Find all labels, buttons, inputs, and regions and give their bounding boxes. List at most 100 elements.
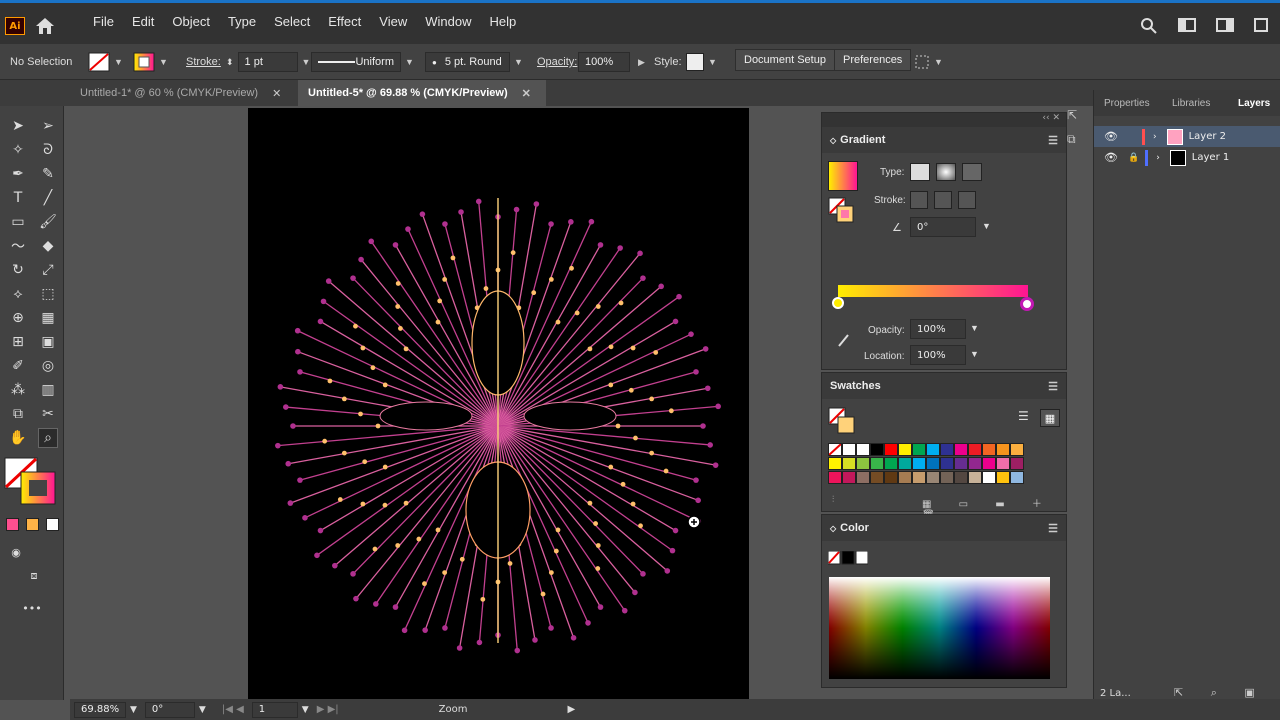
magic-wand-icon[interactable]: ✧ xyxy=(8,140,28,160)
gradient-stop-start[interactable] xyxy=(832,297,844,309)
type-tool-icon[interactable]: T xyxy=(8,188,28,208)
swatch[interactable] xyxy=(1010,457,1024,470)
zoom-level-field[interactable]: 69.88% xyxy=(74,701,126,718)
swatch[interactable] xyxy=(884,471,898,484)
radial-gradient-button[interactable] xyxy=(936,163,956,181)
menu-object[interactable]: Object xyxy=(163,14,219,29)
preferences-button[interactable]: Preferences xyxy=(834,49,912,71)
swatch[interactable] xyxy=(982,443,996,456)
swatch[interactable] xyxy=(828,457,842,470)
swatch[interactable] xyxy=(968,443,982,456)
zoom-tool-icon[interactable]: ⌕ xyxy=(38,428,58,448)
variable-width-profile[interactable]: Uniform ▼ xyxy=(311,52,414,72)
curvature-tool-icon[interactable]: ✎ xyxy=(38,164,58,184)
artboard-dropdown-icon[interactable]: ▼ xyxy=(302,705,309,715)
stroke-label[interactable]: Stroke: xyxy=(186,53,221,71)
more-tools-icon[interactable]: ••• xyxy=(22,598,42,618)
menu-effect[interactable]: Effect xyxy=(319,14,370,29)
panel-menu-icon[interactable]: ☰ xyxy=(1048,522,1058,535)
mesh-tool-icon[interactable]: ⊞ xyxy=(8,332,28,352)
panel-menu-icon[interactable]: ☰ xyxy=(1048,134,1058,147)
opacity-value[interactable]: 100% xyxy=(578,52,630,72)
line-tool-icon[interactable]: ╱ xyxy=(38,188,58,208)
shape-builder-icon[interactable]: ⊕ xyxy=(8,308,28,328)
stroke-across-button[interactable] xyxy=(958,191,976,209)
slice-tool-icon[interactable]: ✂ xyxy=(38,404,58,424)
zoom-dropdown-icon[interactable]: ▼ xyxy=(130,705,137,715)
artboard[interactable] xyxy=(248,108,749,699)
opacity-dropdown-icon[interactable]: ▼ xyxy=(970,323,979,333)
swatch[interactable] xyxy=(926,443,940,456)
width-tool-icon[interactable]: ⟡ xyxy=(8,284,28,304)
swatch[interactable] xyxy=(996,471,1010,484)
menu-edit[interactable]: Edit xyxy=(123,14,163,29)
workspace-icon[interactable] xyxy=(1216,17,1234,33)
shaper-tool-icon[interactable]: 〜 xyxy=(8,236,28,256)
document-setup-button[interactable]: Document Setup xyxy=(735,49,835,71)
brush-definition[interactable]: ● 5 pt. Round ▼ xyxy=(425,52,523,72)
column-graph-icon[interactable]: ▥ xyxy=(38,380,58,400)
perspective-grid-icon[interactable]: ▦ xyxy=(38,308,58,328)
artboard-number-field[interactable]: 1 xyxy=(251,701,298,718)
status-menu-icon[interactable]: ▶ xyxy=(567,704,575,715)
swatch[interactable] xyxy=(842,471,856,484)
direct-selection-tool-icon[interactable]: ➢ xyxy=(38,116,58,136)
menu-type[interactable]: Type xyxy=(219,14,265,29)
rotate-tool-icon[interactable]: ↻ xyxy=(8,260,28,280)
swatch[interactable] xyxy=(870,443,884,456)
menu-help[interactable]: Help xyxy=(480,14,525,29)
swatch[interactable] xyxy=(898,471,912,484)
expand-chevron-icon[interactable]: › xyxy=(1156,153,1160,163)
menu-view[interactable]: View xyxy=(370,14,416,29)
location-dropdown-icon[interactable]: ▼ xyxy=(970,349,979,359)
screen-mode-icon[interactable]: ⧈ xyxy=(24,566,44,586)
gradient-tool-icon[interactable]: ▣ xyxy=(38,332,58,352)
swatch[interactable] xyxy=(940,457,954,470)
none-mode-icon[interactable] xyxy=(46,518,59,531)
rotation-field[interactable]: 0° xyxy=(144,701,195,718)
tab-libraries[interactable]: Libraries xyxy=(1172,90,1210,116)
opacity-field[interactable]: 100% ▶ xyxy=(578,52,645,72)
swatch[interactable] xyxy=(1010,471,1024,484)
panel-menu-icon[interactable]: ☰ xyxy=(1048,380,1058,393)
swatch[interactable] xyxy=(1010,443,1024,456)
artboard-tool-icon[interactable]: ⧉ xyxy=(8,404,28,424)
swatch[interactable] xyxy=(996,443,1010,456)
list-view-icon[interactable]: ☰ xyxy=(1018,409,1036,427)
expand-chevron-icon[interactable]: › xyxy=(1153,132,1157,142)
opacity-label[interactable]: Opacity: xyxy=(537,53,577,71)
tab-layers[interactable]: Layers xyxy=(1238,90,1270,116)
layer-name[interactable]: Layer 1 xyxy=(1192,152,1229,163)
menu-grid-icon[interactable] xyxy=(1254,17,1268,33)
swatch[interactable] xyxy=(828,443,842,456)
fill-stroke-tool[interactable] xyxy=(3,456,61,506)
swatch[interactable] xyxy=(940,443,954,456)
swatch[interactable] xyxy=(898,457,912,470)
swatch-libraries-icon[interactable]: ⫶ xyxy=(832,495,834,505)
swatch[interactable] xyxy=(982,471,996,484)
swatch[interactable] xyxy=(954,443,968,456)
swatch[interactable] xyxy=(912,443,926,456)
stroke-within-button[interactable] xyxy=(910,191,928,209)
swatch[interactable] xyxy=(996,457,1010,470)
color-spectrum[interactable] xyxy=(829,577,1050,679)
lock-icon[interactable]: 🔒 xyxy=(1128,153,1139,163)
swatch[interactable] xyxy=(940,471,954,484)
swatch[interactable] xyxy=(926,471,940,484)
lasso-icon[interactable]: ᘐ xyxy=(38,140,58,160)
swatch[interactable] xyxy=(982,457,996,470)
swatch[interactable] xyxy=(912,471,926,484)
visibility-eye-icon[interactable]: 👁 xyxy=(1104,151,1118,164)
stroke-weight-field[interactable]: ⬍ 1 pt ▼ xyxy=(226,52,310,72)
swatch[interactable] xyxy=(856,443,870,456)
visibility-eye-icon[interactable]: 👁 xyxy=(1104,130,1118,143)
symbol-sprayer-icon[interactable]: ⁂ xyxy=(8,380,28,400)
angle-field[interactable]: 0° xyxy=(910,217,976,237)
close-icon[interactable]: ✕ xyxy=(272,87,281,100)
gradient-mode-icon[interactable] xyxy=(26,518,39,531)
gradient-opacity-field[interactable]: 100% xyxy=(910,319,966,339)
style-swatch[interactable]: ▼ xyxy=(686,53,717,71)
fill-stroke-indicator[interactable] xyxy=(828,197,854,223)
swatch[interactable] xyxy=(898,443,912,456)
blend-tool-icon[interactable]: ◎ xyxy=(38,356,58,376)
